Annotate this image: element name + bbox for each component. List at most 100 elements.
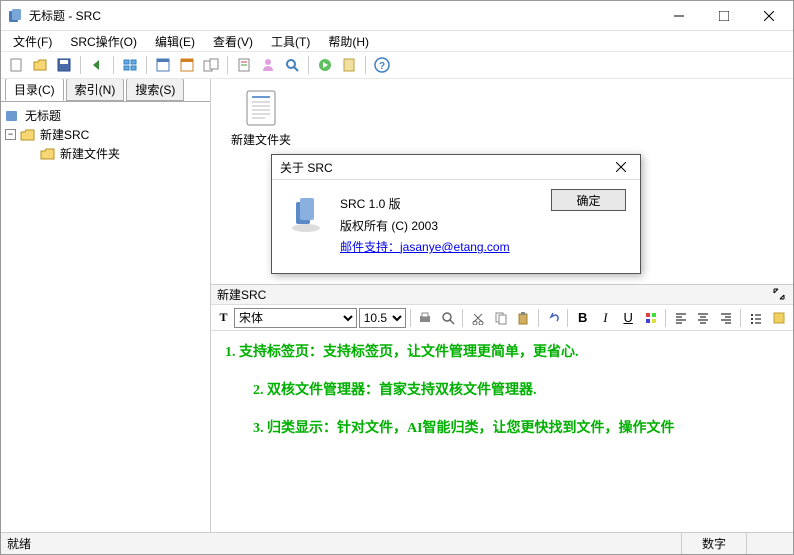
doc2-icon[interactable] xyxy=(338,54,360,76)
undo-icon[interactable] xyxy=(543,307,564,329)
about-dialog: 关于 SRC SRC 1.0 版 版权所有 (C) 2003 邮件支持：jasa… xyxy=(271,154,641,274)
about-ok-button[interactable]: 确定 xyxy=(551,189,626,211)
editor-title: 新建SRC xyxy=(217,286,773,303)
menubar: 文件(F) SRC操作(O) 编辑(E) 查看(V) 工具(T) 帮助(H) xyxy=(1,31,793,51)
tree-view[interactable]: 无标题 − 新建SRC 新建文件夹 xyxy=(1,101,210,532)
close-button[interactable] xyxy=(746,2,791,30)
editor-line-3: 3. 归类显示：针对文件，AI智能归类，让您更快找到文件，操作文件 xyxy=(225,417,779,437)
window2-icon[interactable] xyxy=(176,54,198,76)
file-item-folder[interactable]: 新建文件夹 xyxy=(221,89,301,148)
separator xyxy=(410,309,411,327)
text-tool-icon[interactable]: T xyxy=(215,310,232,325)
tree-label: 新建SRC xyxy=(40,126,89,143)
menu-src[interactable]: SRC操作(O) xyxy=(62,32,145,51)
menu-help[interactable]: 帮助(H) xyxy=(320,32,377,51)
print-icon[interactable] xyxy=(415,307,436,329)
main-window: 无标题 - SRC 文件(F) SRC操作(O) 编辑(E) 查看(V) 工具(… xyxy=(0,0,794,555)
menu-view[interactable]: 查看(V) xyxy=(205,32,261,51)
sidebar-tabs: 目录(C) 索引(N) 搜索(S) xyxy=(1,79,210,101)
window-controls xyxy=(656,2,791,30)
tree-root[interactable]: 无标题 xyxy=(5,106,206,125)
search-icon[interactable] xyxy=(281,54,303,76)
highlight-icon[interactable] xyxy=(768,307,789,329)
save-icon[interactable] xyxy=(53,54,75,76)
cut-icon[interactable] xyxy=(467,307,488,329)
about-titlebar: 关于 SRC xyxy=(272,155,640,180)
status-ready: 就绪 xyxy=(7,535,681,552)
view-icon[interactable] xyxy=(119,54,141,76)
file-label: 新建文件夹 xyxy=(231,131,291,148)
sidebar: 目录(C) 索引(N) 搜索(S) 无标题 − 新建SRC xyxy=(1,79,211,532)
tab-index[interactable]: 索引(N) xyxy=(66,79,125,101)
folder-icon xyxy=(40,147,56,161)
italic-icon[interactable]: I xyxy=(595,307,616,329)
about-close-button[interactable] xyxy=(606,156,636,178)
editor-toolbar: T 宋体 10.5 B I U xyxy=(211,305,793,331)
copy-icon[interactable] xyxy=(490,307,511,329)
tab-search[interactable]: 搜索(S) xyxy=(126,79,184,101)
minimize-button[interactable] xyxy=(656,2,701,30)
editor-line-1: 1. 支持标签页：支持标签页，让文件管理更简单，更省心. xyxy=(225,341,779,361)
separator xyxy=(365,56,366,74)
book-icon xyxy=(5,109,21,123)
menu-file[interactable]: 文件(F) xyxy=(5,32,60,51)
support-email-link[interactable]: jasanye@etang.com xyxy=(400,240,510,254)
align-left-icon[interactable] xyxy=(670,307,691,329)
align-right-icon[interactable] xyxy=(716,307,737,329)
separator xyxy=(113,56,114,74)
editor-body[interactable]: 1. 支持标签页：支持标签页，让文件管理更简单，更省心. 2. 双核文件管理器：… xyxy=(211,331,793,532)
paste-icon[interactable] xyxy=(513,307,534,329)
tree-label: 无标题 xyxy=(25,107,61,124)
about-title: 关于 SRC xyxy=(280,159,606,176)
editor-header: 新建SRC xyxy=(211,285,793,305)
tab-contents[interactable]: 目录(C) xyxy=(5,79,64,101)
open-icon[interactable] xyxy=(29,54,51,76)
titlebar: 无标题 - SRC xyxy=(1,1,793,31)
color-icon[interactable] xyxy=(641,307,662,329)
menu-tools[interactable]: 工具(T) xyxy=(263,32,318,51)
about-body: SRC 1.0 版 版权所有 (C) 2003 邮件支持：jasanye@eta… xyxy=(272,180,640,273)
doc1-icon[interactable] xyxy=(233,54,255,76)
svg-text:?: ? xyxy=(379,61,385,72)
zoom-icon[interactable] xyxy=(438,307,459,329)
tree-node-folder[interactable]: 新建文件夹 xyxy=(5,144,206,163)
separator xyxy=(665,309,666,327)
align-center-icon[interactable] xyxy=(693,307,714,329)
window3-icon[interactable] xyxy=(200,54,222,76)
separator xyxy=(740,309,741,327)
status-mode: 数字 xyxy=(681,533,746,554)
menu-edit[interactable]: 编辑(E) xyxy=(147,32,203,51)
folder-open-icon xyxy=(20,128,36,142)
main-toolbar: ? xyxy=(1,51,793,79)
separator xyxy=(227,56,228,74)
statusbar: 就绪 数字 xyxy=(1,532,793,554)
tree-node-src[interactable]: − 新建SRC xyxy=(5,125,206,144)
list-icon[interactable] xyxy=(745,307,766,329)
separator xyxy=(146,56,147,74)
separator xyxy=(567,309,568,327)
window-title: 无标题 - SRC xyxy=(29,7,656,24)
maximize-button[interactable] xyxy=(701,2,746,30)
app-icon xyxy=(7,8,23,24)
window1-icon[interactable] xyxy=(152,54,174,76)
separator xyxy=(538,309,539,327)
content-area: 新建文件夹 关于 SRC SRC 1.0 版 版权所有 (C) 2003 xyxy=(211,79,793,532)
bold-icon[interactable]: B xyxy=(572,307,593,329)
separator xyxy=(308,56,309,74)
file-pane[interactable]: 新建文件夹 关于 SRC SRC 1.0 版 版权所有 (C) 2003 xyxy=(211,79,793,284)
user-icon[interactable] xyxy=(257,54,279,76)
back-icon[interactable] xyxy=(86,54,108,76)
expand-icon[interactable] xyxy=(773,288,787,302)
collapse-icon[interactable]: − xyxy=(5,129,16,140)
help-icon[interactable]: ? xyxy=(371,54,393,76)
underline-icon[interactable]: U xyxy=(618,307,639,329)
font-size-select[interactable]: 10.5 xyxy=(359,308,406,328)
editor-pane: 新建SRC T 宋体 10.5 B xyxy=(211,284,793,532)
support-label: 邮件支持： xyxy=(340,240,400,254)
font-name-select[interactable]: 宋体 xyxy=(234,308,357,328)
separator xyxy=(80,56,81,74)
editor-line-2: 2. 双核文件管理器：首家支持双核文件管理器. xyxy=(225,379,779,399)
run-icon[interactable] xyxy=(314,54,336,76)
about-app-icon xyxy=(286,194,326,234)
new-icon[interactable] xyxy=(5,54,27,76)
